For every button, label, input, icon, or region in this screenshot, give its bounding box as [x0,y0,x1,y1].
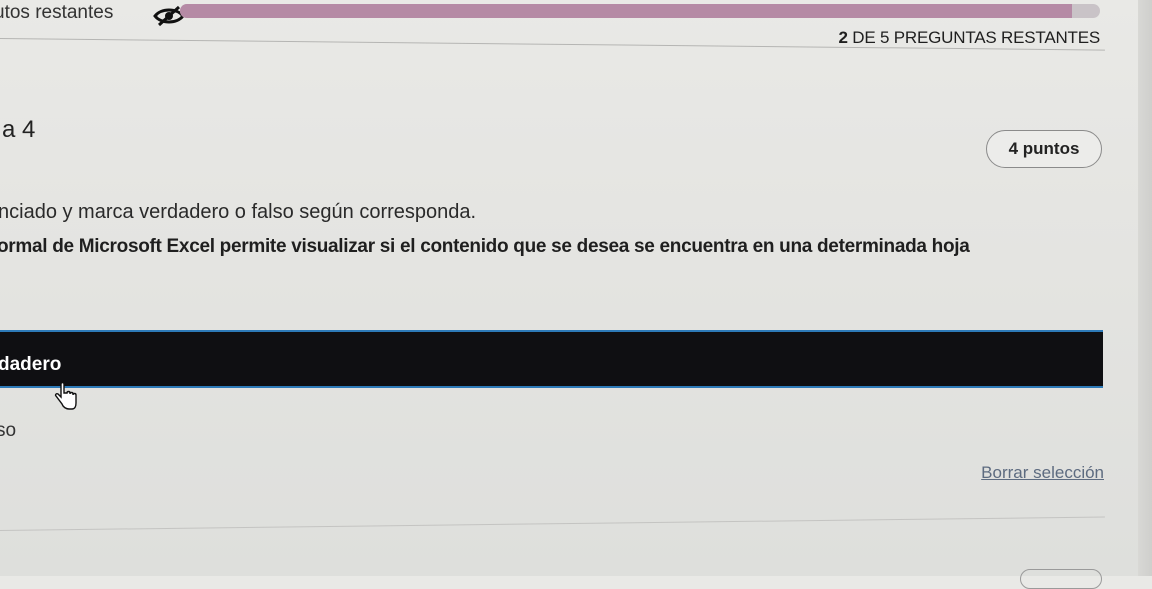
footer-divider [0,516,1105,531]
question-number: a 4 [2,116,36,143]
quiz-header: utos restantes 2 DE 5 PREGUNTAS RESTANTE… [0,0,1152,60]
option-false-label[interactable]: so [0,420,16,442]
timer-label: utos restantes [0,2,114,23]
remaining-text: DE 5 PREGUNTAS RESTANTES [847,28,1100,47]
question-instruction: nciado y marca verdadero o falso según c… [0,201,477,223]
clear-selection-link[interactable]: Borrar selección [981,463,1104,483]
option-true-label[interactable]: dadero [0,354,61,376]
questions-remaining: 2 DE 5 PREGUNTAS RESTANTES [838,28,1100,48]
progress-fill [180,4,1073,18]
question-statement: ormal de Microsoft Excel permite visuali… [0,236,970,257]
option-true-selected[interactable] [0,330,1103,388]
points-badge: 4 puntos [986,130,1102,168]
next-button-edge[interactable] [1020,569,1102,589]
hand-cursor-icon [54,382,77,410]
scrollbar-edge[interactable] [1138,0,1152,576]
progress-bar [180,4,1100,18]
remaining-count: 2 [838,28,848,47]
